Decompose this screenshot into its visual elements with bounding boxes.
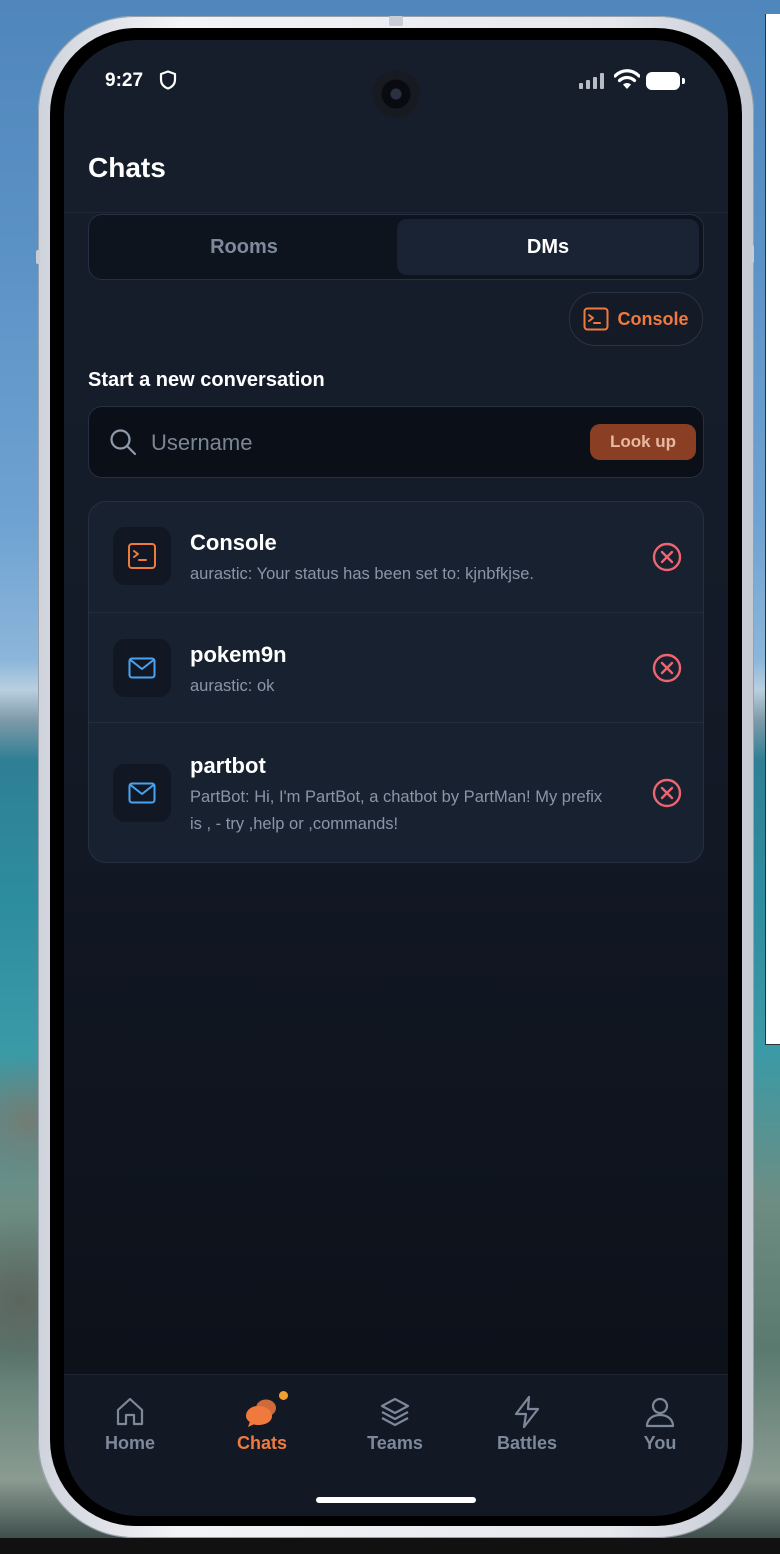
terminal-icon (128, 543, 156, 569)
status-bar: 9:27 (64, 40, 728, 120)
conversation-avatar (113, 527, 171, 585)
conversation-name: partbot (190, 753, 266, 778)
conversation-name: pokem9n (190, 642, 287, 667)
conversation-preview: aurastic: Your status has been set to: k… (190, 565, 534, 583)
conversation-item[interactable]: pokem9n aurastic: ok (89, 612, 703, 723)
phone-side-button (36, 250, 40, 264)
page-title: Chats (88, 152, 166, 183)
nav-label: Home (104, 1433, 155, 1453)
conversation-item[interactable]: Console aurastic: Your status has been s… (89, 502, 703, 612)
terminal-icon (583, 307, 609, 331)
chat-icon (246, 1399, 276, 1427)
wifi-icon (614, 69, 640, 89)
header-divider (64, 212, 728, 213)
phone-top-button (389, 16, 403, 26)
nav-label: Teams (367, 1433, 423, 1453)
conversation-list: Console aurastic: Your status has been s… (88, 501, 704, 863)
username-input[interactable] (149, 421, 553, 465)
lightning-icon (514, 1395, 540, 1429)
side-window (765, 14, 780, 1045)
nav-label: Battles (496, 1433, 558, 1453)
layers-icon (380, 1397, 410, 1427)
tab-rooms[interactable]: Rooms (93, 219, 395, 275)
user-icon (645, 1397, 675, 1428)
nav-label: Chats (236, 1433, 287, 1453)
bottom-navigation: Home Chats Teams Battles You (64, 1374, 728, 1516)
status-time: 9:27 (105, 70, 144, 91)
chat-type-tabs: Rooms DMs (88, 214, 704, 280)
tab-dms[interactable]: DMs (397, 219, 699, 275)
nav-you[interactable]: You (610, 1395, 710, 1454)
close-icon[interactable] (651, 652, 683, 684)
mail-icon (128, 782, 156, 804)
phone-screen: 9:27 Chats Rooms DMs Console Start a new… (64, 40, 728, 1516)
search-icon (110, 429, 137, 456)
close-icon[interactable] (651, 541, 683, 573)
new-conversation-label: Start a new conversation (88, 369, 325, 391)
nav-teams[interactable]: Teams (345, 1395, 445, 1454)
username-search-box: Look up (88, 406, 704, 478)
unread-badge (279, 1391, 288, 1400)
conversation-avatar (113, 639, 171, 697)
conversation-preview: PartBot: Hi, I'm PartBot, a chatbot by P… (190, 788, 603, 833)
mail-icon (128, 657, 156, 679)
conversation-item[interactable]: partbot PartBot: Hi, I'm PartBot, a chat… (89, 722, 703, 862)
phone-side-button (750, 245, 754, 263)
conversation-preview: aurastic: ok (190, 677, 275, 695)
conversation-avatar (113, 764, 171, 822)
nav-battles[interactable]: Battles (477, 1395, 577, 1454)
console-button[interactable]: Console (569, 292, 703, 346)
signal-icon (579, 73, 604, 89)
nav-label: You (643, 1433, 677, 1453)
close-icon[interactable] (651, 777, 683, 809)
conversation-name: Console (190, 530, 277, 555)
shield-icon (159, 70, 177, 90)
home-indicator[interactable] (316, 1497, 476, 1503)
nav-chats[interactable]: Chats (212, 1391, 312, 1454)
battery-icon (646, 72, 685, 90)
desktop-bottom-strip (0, 1538, 780, 1554)
nav-home[interactable]: Home (80, 1395, 180, 1454)
camera-icon (372, 70, 420, 118)
console-button-label: Console (617, 308, 689, 329)
home-icon (116, 1397, 144, 1426)
look-up-button[interactable]: Look up (590, 424, 696, 460)
